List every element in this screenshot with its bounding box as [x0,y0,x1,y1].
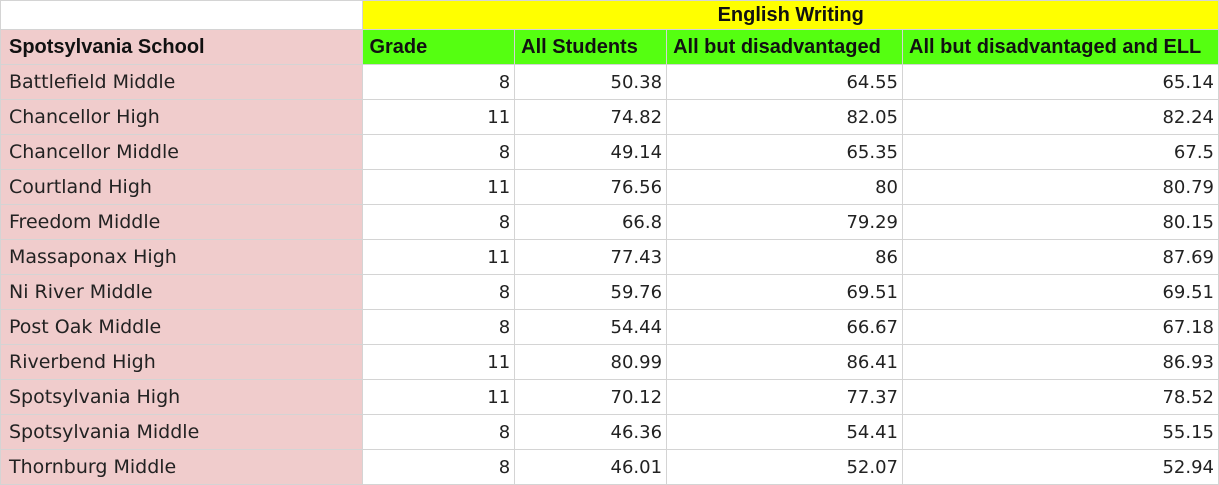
all-but-disadvantaged-header-cell[interactable]: All but disadvantaged [666,29,903,65]
school-name-cell[interactable]: Battlefield Middle [0,64,364,100]
all-students-cell[interactable]: 70.12 [514,379,668,415]
table-row: Spotsylvania High 11 70.12 77.37 78.52 [0,379,1219,415]
school-name-cell[interactable]: Post Oak Middle [0,309,364,345]
all-but-disadvantaged-cell[interactable]: 77.37 [666,379,903,415]
school-header-cell[interactable]: Spotsylvania School [0,29,364,65]
all-students-cell[interactable]: 77.43 [514,239,668,275]
all-students-cell[interactable]: 46.01 [514,449,668,485]
all-but-disadvantaged-ell-cell[interactable]: 87.69 [902,239,1219,275]
all-but-disadvantaged-cell[interactable]: 66.67 [666,309,903,345]
all-students-cell[interactable]: 46.36 [514,414,668,450]
all-but-disadvantaged-ell-cell[interactable]: 80.79 [902,169,1219,205]
all-but-disadvantaged-ell-cell[interactable]: 80.15 [902,204,1219,240]
all-but-disadvantaged-cell[interactable]: 79.29 [666,204,903,240]
header-row: Spotsylvania School Grade All Students A… [0,29,1219,65]
all-but-disadvantaged-cell[interactable]: 52.07 [666,449,903,485]
spreadsheet-grid: English Writing Spotsylvania School Grad… [0,0,1219,485]
grade-cell[interactable]: 8 [362,274,516,310]
all-but-disadvantaged-ell-cell[interactable]: 65.14 [902,64,1219,100]
grade-cell[interactable]: 8 [362,449,516,485]
all-but-disadvantaged-cell[interactable]: 86.41 [666,344,903,380]
all-but-disadvantaged-cell[interactable]: 65.35 [666,134,903,170]
grade-cell[interactable]: 8 [362,204,516,240]
grade-cell[interactable]: 11 [362,344,516,380]
all-students-cell[interactable]: 49.14 [514,134,668,170]
table-row: Thornburg Middle 8 46.01 52.07 52.94 [0,449,1219,485]
school-name-cell[interactable]: Chancellor High [0,99,364,135]
school-name-cell[interactable]: Massaponax High [0,239,364,275]
all-but-disadvantaged-ell-cell[interactable]: 52.94 [902,449,1219,485]
table-row: Riverbend High 11 80.99 86.41 86.93 [0,344,1219,380]
grade-cell[interactable]: 11 [362,239,516,275]
table-row: Battlefield Middle 8 50.38 64.55 65.14 [0,64,1219,100]
all-but-disadvantaged-ell-header-cell[interactable]: All but disadvantaged and ELL [902,29,1219,65]
grade-cell[interactable]: 8 [362,309,516,345]
all-students-cell[interactable]: 59.76 [514,274,668,310]
school-name-cell[interactable]: Freedom Middle [0,204,364,240]
school-name-cell[interactable]: Ni River Middle [0,274,364,310]
all-but-disadvantaged-ell-cell[interactable]: 67.18 [902,309,1219,345]
grade-cell[interactable]: 11 [362,169,516,205]
grade-header-cell[interactable]: Grade [362,29,516,65]
table-row: Spotsylvania Middle 8 46.36 54.41 55.15 [0,414,1219,450]
all-but-disadvantaged-ell-cell[interactable]: 78.52 [902,379,1219,415]
grade-cell[interactable]: 11 [362,99,516,135]
all-students-cell[interactable]: 54.44 [514,309,668,345]
title-row: English Writing [0,0,1219,30]
table-row: Massaponax High 11 77.43 86 87.69 [0,239,1219,275]
all-students-cell[interactable]: 76.56 [514,169,668,205]
table-row: Ni River Middle 8 59.76 69.51 69.51 [0,274,1219,310]
grade-cell[interactable]: 8 [362,414,516,450]
school-name-cell[interactable]: Courtland High [0,169,364,205]
all-but-disadvantaged-cell[interactable]: 64.55 [666,64,903,100]
all-students-cell[interactable]: 80.99 [514,344,668,380]
all-students-cell[interactable]: 50.38 [514,64,668,100]
school-name-cell[interactable]: Thornburg Middle [0,449,364,485]
grade-cell[interactable]: 8 [362,134,516,170]
all-but-disadvantaged-ell-cell[interactable]: 67.5 [902,134,1219,170]
all-but-disadvantaged-cell[interactable]: 86 [666,239,903,275]
school-name-cell[interactable]: Spotsylvania High [0,379,364,415]
school-name-cell[interactable]: Spotsylvania Middle [0,414,364,450]
all-students-cell[interactable]: 66.8 [514,204,668,240]
all-students-cell[interactable]: 74.82 [514,99,668,135]
all-but-disadvantaged-cell[interactable]: 82.05 [666,99,903,135]
school-name-cell[interactable]: Riverbend High [0,344,364,380]
table-row: Post Oak Middle 8 54.44 66.67 67.18 [0,309,1219,345]
all-but-disadvantaged-ell-cell[interactable]: 69.51 [902,274,1219,310]
all-but-disadvantaged-cell[interactable]: 69.51 [666,274,903,310]
all-but-disadvantaged-ell-cell[interactable]: 55.15 [902,414,1219,450]
table-row: Freedom Middle 8 66.8 79.29 80.15 [0,204,1219,240]
table-row: Chancellor Middle 8 49.14 65.35 67.5 [0,134,1219,170]
all-students-header-cell[interactable]: All Students [514,29,668,65]
all-but-disadvantaged-ell-cell[interactable]: 82.24 [902,99,1219,135]
table-row: Chancellor High 11 74.82 82.05 82.24 [0,99,1219,135]
english-writing-title-cell[interactable]: English Writing [362,0,1219,30]
blank-cell[interactable] [0,0,364,30]
grade-cell[interactable]: 8 [362,64,516,100]
all-but-disadvantaged-cell[interactable]: 54.41 [666,414,903,450]
all-but-disadvantaged-ell-cell[interactable]: 86.93 [902,344,1219,380]
table-row: Courtland High 11 76.56 80 80.79 [0,169,1219,205]
school-name-cell[interactable]: Chancellor Middle [0,134,364,170]
grade-cell[interactable]: 11 [362,379,516,415]
all-but-disadvantaged-cell[interactable]: 80 [666,169,903,205]
